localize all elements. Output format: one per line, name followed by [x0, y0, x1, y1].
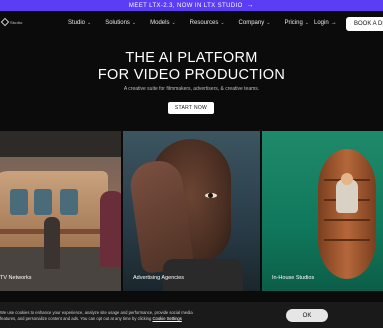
cookie-text-line2: features, and personalize content and ad…: [0, 316, 210, 322]
cookie-text: We use cookies to enhance your experienc…: [0, 310, 210, 322]
cookie-banner: We use cookies to enhance your experienc…: [0, 302, 383, 328]
boat-rib: [324, 219, 370, 221]
book-demo-button[interactable]: BOOK A DEMO: [346, 17, 383, 31]
announcement-text: MEET LTX-2.3, NOW IN LTX STUDIO: [128, 2, 243, 9]
nav-item-company[interactable]: Company ⌄: [239, 20, 271, 26]
chevron-down-icon: ⌄: [87, 20, 92, 26]
boat-image: [318, 149, 376, 279]
nav-item-label: Models: [150, 20, 170, 26]
nav-item-label: Company: [238, 20, 265, 26]
person-figure: [44, 217, 60, 269]
train-window: [10, 189, 28, 215]
login-label: Login: [314, 20, 329, 26]
card-caption: TV Networks: [0, 275, 32, 281]
chevron-down-icon: ⌄: [304, 20, 309, 26]
cookie-text-line2-body: features, and personalize content and ad…: [0, 316, 152, 321]
nav-item-models[interactable]: Models ⌄: [150, 20, 176, 26]
chevron-down-icon: ⌄: [131, 20, 137, 26]
start-now-button[interactable]: START NOW: [168, 102, 214, 114]
nav-item-resources[interactable]: Resources ⌄: [190, 20, 225, 26]
card-caption: In-House Studios: [272, 275, 315, 281]
top-navigation: Studio Studio ⌄ Solutions ⌄ Models ⌄ Res…: [0, 11, 383, 37]
boat-rib: [324, 239, 370, 241]
arrow-right-icon: →: [330, 20, 337, 26]
train-window: [60, 189, 78, 215]
chevron-down-icon: ⌄: [220, 20, 225, 26]
person-head: [341, 173, 353, 185]
nav-item-label: Studio: [68, 20, 86, 26]
announcement-bar[interactable]: MEET LTX-2.3, NOW IN LTX STUDIO →: [0, 0, 383, 11]
ok-button[interactable]: OK: [286, 309, 328, 322]
station-roof: [0, 131, 121, 157]
card-tv-networks[interactable]: TV Networks: [0, 131, 121, 291]
train-window: [34, 189, 52, 215]
nav-item-label: Solutions: [105, 20, 130, 26]
logo-mark-icon: [0, 17, 10, 27]
chevron-down-icon: ⌄: [171, 20, 176, 26]
hero-subtitle: A creative suite for filmmakers, adverti…: [123, 86, 260, 92]
logo[interactable]: Studio: [0, 17, 23, 27]
nav-item-solutions[interactable]: Solutions ⌄: [105, 20, 136, 26]
nav-item-label: Resources: [189, 20, 219, 26]
person-figure: [100, 191, 121, 267]
hero-title-line2: FOR VIDEO PRODUCTION: [97, 67, 286, 83]
hero-title-line1: THE AI PLATFORM: [125, 50, 258, 66]
cookie-settings-link[interactable]: Cookie Settings: [153, 316, 182, 321]
nav-item-studio[interactable]: Studio ⌄: [68, 20, 91, 26]
card-caption: Advertising Agencies: [133, 275, 185, 281]
login-link[interactable]: Login →: [314, 20, 337, 26]
card-in-house-studios[interactable]: In-House Studios: [262, 131, 383, 291]
arrow-right-icon: →: [246, 2, 255, 9]
nav-menu: Studio ⌄ Solutions ⌄ Models ⌄ Resources …: [68, 20, 323, 26]
nav-item-pricing[interactable]: Pricing ⌄: [284, 20, 309, 26]
card-advertising-agencies[interactable]: Advertising Agencies: [123, 131, 260, 291]
pupil: [208, 193, 213, 198]
logo-text: Studio: [10, 19, 23, 25]
nav-item-label: Pricing: [284, 20, 303, 26]
chevron-down-icon: ⌄: [266, 20, 271, 26]
